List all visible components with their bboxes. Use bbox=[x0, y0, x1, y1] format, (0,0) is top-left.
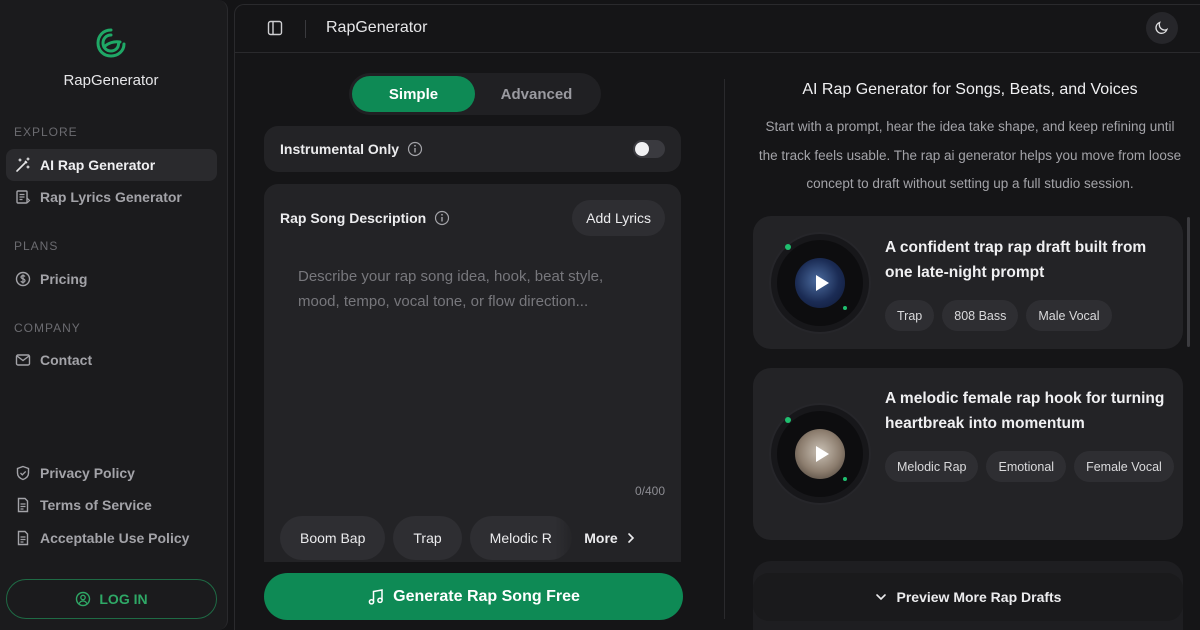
track-card[interactable]: A melodic female rap hook for turning he… bbox=[753, 368, 1183, 540]
dollar-circle-icon bbox=[14, 270, 32, 288]
track-tags: Trap 808 Bass Male Vocal bbox=[885, 300, 1175, 331]
sidebar-item-label: Privacy Policy bbox=[40, 465, 135, 481]
sidebar-item-ai-rap-generator[interactable]: AI Rap Generator bbox=[6, 149, 217, 181]
track-tag: Emotional bbox=[986, 451, 1067, 482]
topbar-divider bbox=[305, 20, 306, 38]
more-label: More bbox=[584, 530, 618, 546]
sidebar-item-rap-lyrics-generator[interactable]: Rap Lyrics Generator bbox=[6, 181, 217, 213]
track-tag: Melodic Rap bbox=[885, 451, 979, 482]
sidebar-item-label: Acceptable Use Policy bbox=[40, 530, 190, 546]
progress-dot bbox=[843, 306, 847, 310]
play-icon bbox=[815, 275, 829, 291]
sidebar-item-label: Contact bbox=[40, 352, 93, 368]
play-button[interactable] bbox=[795, 258, 845, 308]
page-title: RapGenerator bbox=[326, 19, 428, 36]
more-styles-button[interactable]: More bbox=[555, 516, 665, 560]
track-tag: Trap bbox=[885, 300, 935, 331]
sidebar-item-acceptable-use-policy[interactable]: Acceptable Use Policy bbox=[6, 522, 217, 554]
track-tags: Melodic Rap Emotional Female Vocal bbox=[885, 451, 1175, 482]
instrumental-row: Instrumental Only bbox=[264, 126, 681, 172]
moon-icon bbox=[1155, 21, 1169, 34]
description-input[interactable]: Describe your rap song idea, hook, beat … bbox=[298, 264, 648, 314]
sidebar-item-label: AI Rap Generator bbox=[40, 157, 156, 173]
track-title: A confident trap rap draft built from on… bbox=[885, 239, 1147, 281]
chevron-right-icon bbox=[626, 532, 636, 544]
theme-toggle-button[interactable] bbox=[1146, 12, 1178, 44]
preview-more-button[interactable]: Preview More Rap Drafts bbox=[753, 573, 1183, 621]
document-icon bbox=[14, 529, 32, 547]
preview-more-label: Preview More Rap Drafts bbox=[896, 589, 1062, 605]
info-icon[interactable] bbox=[407, 141, 423, 157]
login-label: LOG IN bbox=[99, 591, 148, 607]
track-disc bbox=[771, 234, 869, 332]
column-divider bbox=[724, 79, 725, 619]
document-icon bbox=[14, 496, 32, 514]
description-header: Rap Song Description bbox=[280, 210, 450, 226]
description-panel: Rap Song Description Add Lyrics Describe… bbox=[264, 184, 681, 562]
track-title: A melodic female rap hook for turning he… bbox=[885, 390, 1165, 432]
logo-icon bbox=[96, 28, 126, 58]
section-label-plans: PLANS bbox=[14, 239, 59, 253]
style-chip[interactable]: Trap bbox=[393, 516, 462, 560]
track-tag: Male Vocal bbox=[1026, 300, 1112, 331]
showcase-title: AI Rap Generator for Songs, Beats, and V… bbox=[802, 81, 1138, 98]
track-disc bbox=[771, 405, 869, 503]
track-tag: Female Vocal bbox=[1074, 451, 1174, 482]
section-label-explore: EXPLORE bbox=[14, 125, 78, 139]
track-tag: 808 Bass bbox=[942, 300, 1019, 331]
sidebar-item-label: Rap Lyrics Generator bbox=[40, 189, 182, 205]
play-icon bbox=[815, 446, 829, 462]
main-panel: RapGenerator Simple Advanced Instrumenta… bbox=[234, 4, 1200, 630]
brand-logo[interactable]: RapGenerator bbox=[0, 26, 222, 89]
music-note-icon bbox=[367, 588, 385, 606]
sidebar-item-privacy-policy[interactable]: Privacy Policy bbox=[6, 457, 217, 489]
style-chip[interactable]: Boom Bap bbox=[280, 516, 386, 560]
progress-dot bbox=[785, 244, 791, 250]
lyrics-icon bbox=[14, 188, 32, 206]
sidebar-item-contact[interactable]: Contact bbox=[6, 344, 217, 376]
generate-label: Generate Rap Song Free bbox=[393, 587, 580, 605]
sidebar-item-terms-of-service[interactable]: Terms of Service bbox=[6, 489, 217, 521]
description-label: Rap Song Description bbox=[280, 210, 427, 226]
mail-icon bbox=[14, 351, 32, 369]
progress-dot bbox=[843, 477, 847, 481]
sidebar-item-label: Terms of Service bbox=[40, 497, 152, 513]
login-button[interactable]: LOG IN bbox=[6, 579, 217, 619]
generate-button[interactable]: Generate Rap Song Free bbox=[264, 573, 683, 620]
instrumental-toggle[interactable] bbox=[633, 140, 665, 158]
sidebar-item-label: Pricing bbox=[40, 271, 88, 287]
showcase-description: Start with a prompt, hear the idea take … bbox=[758, 119, 1182, 191]
scrollbar[interactable] bbox=[1187, 217, 1190, 347]
play-button[interactable] bbox=[795, 429, 845, 479]
info-icon[interactable] bbox=[434, 210, 450, 226]
magic-wand-icon bbox=[14, 156, 32, 174]
sidebar-item-pricing[interactable]: Pricing bbox=[6, 263, 217, 295]
mode-switch: Simple Advanced bbox=[349, 73, 601, 115]
char-counter: 0/400 bbox=[634, 484, 665, 498]
instrumental-label: Instrumental Only bbox=[280, 141, 400, 157]
brand-name: RapGenerator bbox=[63, 72, 159, 89]
shield-icon bbox=[14, 464, 32, 482]
sidebar-toggle-icon[interactable] bbox=[267, 20, 283, 41]
track-card[interactable]: A confident trap rap draft built from on… bbox=[753, 216, 1183, 349]
progress-dot bbox=[785, 417, 791, 423]
mode-advanced-tab[interactable]: Advanced bbox=[475, 76, 598, 112]
section-label-company: COMPANY bbox=[14, 321, 81, 335]
user-circle-icon bbox=[75, 591, 91, 607]
top-bar: RapGenerator bbox=[235, 5, 1200, 53]
sidebar: RapGenerator EXPLORE AI Rap Generator Ra… bbox=[0, 0, 228, 630]
mode-simple-tab[interactable]: Simple bbox=[352, 76, 475, 112]
chevron-down-icon bbox=[875, 592, 887, 602]
add-lyrics-button[interactable]: Add Lyrics bbox=[572, 200, 665, 236]
toggle-knob bbox=[635, 142, 649, 156]
